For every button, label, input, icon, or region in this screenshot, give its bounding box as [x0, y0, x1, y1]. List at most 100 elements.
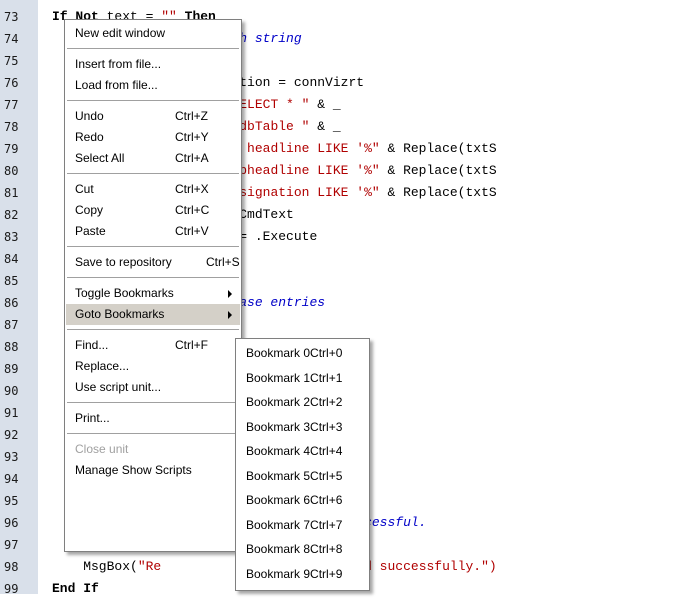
bookmark-item-2[interactable]: Bookmark 2Ctrl+2 [237, 391, 368, 413]
bookmark-item-7[interactable]: Bookmark 7Ctrl+7 [237, 514, 368, 536]
menu-item-shortcut: Ctrl+Z [175, 109, 208, 123]
code-token: & _ [309, 97, 341, 112]
menu-item-undo[interactable]: Undo Ctrl+Z [66, 106, 240, 127]
menu-separator [67, 329, 239, 331]
code-token: MsgBox( [52, 559, 138, 574]
line-number: 77 [4, 98, 19, 112]
menu-separator [67, 246, 239, 248]
menu-item-save-to-repository[interactable]: Save to repository Ctrl+S [66, 252, 240, 273]
line-number: 84 [4, 252, 19, 266]
bookmark-item-label: Bookmark 7Ctrl+7 [246, 517, 343, 532]
menu-item-use-script-unit[interactable]: Use script unit... [66, 377, 240, 398]
menu-item-shortcut: Ctrl+F [175, 338, 208, 352]
menu-item-manage-show-scripts[interactable]: Manage Show Scripts [66, 460, 240, 481]
line-number-gutter: 73 74 75 76 77 78 79 80 81 82 83 84 85 86 87 88 89 90 91 92… [0, 0, 39, 596]
code-token: "Re [137, 559, 162, 574]
menu-item-paste[interactable]: Paste Ctrl+V [66, 221, 240, 242]
menu-item-load-from-file[interactable]: Load from file... [66, 75, 240, 96]
line-number: 96 [4, 516, 19, 530]
menu-item-select-all[interactable]: Select All Ctrl+A [66, 148, 240, 169]
line-number: 80 [4, 164, 19, 178]
menu-item-shortcut: Ctrl+S [206, 255, 240, 269]
menu-item-find[interactable]: Find... Ctrl+F [66, 335, 240, 356]
line-number: 97 [4, 538, 19, 552]
menu-separator [67, 100, 239, 102]
menu-item-label: Copy [75, 203, 104, 217]
editor-margin [38, 0, 50, 594]
line-number: 98 [4, 560, 19, 574]
line-number: 88 [4, 340, 19, 354]
line-number: 91 [4, 406, 19, 420]
bookmark-item-9[interactable]: Bookmark 9Ctrl+9 [237, 563, 368, 585]
menu-item-copy[interactable]: Copy Ctrl+C [66, 200, 240, 221]
menu-item-label: Print... [75, 411, 110, 425]
code-line[interactable]: End If [52, 578, 99, 600]
code-token: & _ [309, 119, 341, 134]
menu-item-label: Save to repository [75, 255, 172, 269]
menu-separator [67, 402, 239, 404]
bookmark-item-6[interactable]: Bookmark 6Ctrl+6 [237, 489, 368, 511]
menu-item-insert-from-file[interactable]: Insert from file... [66, 54, 240, 75]
bookmark-item-5[interactable]: Bookmark 5Ctrl+5 [237, 465, 368, 487]
code-token: & Replace(txtS [379, 163, 497, 178]
bookmark-item-4[interactable]: Bookmark 4Ctrl+4 [237, 440, 368, 462]
line-number: 75 [4, 54, 19, 68]
menu-item-shortcut: Ctrl+Y [175, 130, 209, 144]
line-number: 79 [4, 142, 19, 156]
bookmark-item-0[interactable]: Bookmark 0Ctrl+0 [237, 342, 368, 364]
bookmark-item-8[interactable]: Bookmark 8Ctrl+8 [237, 538, 368, 560]
bookmark-item-label: Bookmark 0Ctrl+0 [246, 346, 343, 360]
menu-separator [67, 173, 239, 175]
line-number: 99 [4, 582, 19, 596]
line-number: 93 [4, 450, 19, 464]
menu-item-label: Load from file... [75, 78, 158, 92]
line-number: 83 [4, 230, 19, 244]
menu-item-label: Goto Bookmarks [75, 307, 165, 321]
menu-item-goto-bookmarks[interactable]: Goto Bookmarks [66, 304, 240, 325]
menu-separator [67, 433, 239, 435]
menu-item-shortcut: Ctrl+A [175, 151, 209, 165]
menu-item-label: Replace... [75, 359, 130, 373]
bookmark-item-3[interactable]: Bookmark 3Ctrl+3 [237, 416, 368, 438]
menu-item-label: Manage Show Scripts [75, 463, 192, 477]
bookmark-item-label: Bookmark 5Ctrl+5 [246, 468, 343, 483]
bookmark-item-label: Bookmark 6Ctrl+6 [246, 493, 343, 507]
menu-separator [67, 277, 239, 279]
goto-bookmarks-submenu: Bookmark 0Ctrl+0 Bookmark 1Ctrl+1 Bookmark… [235, 338, 370, 591]
line-number: 81 [4, 186, 19, 200]
menu-item-shortcut: Ctrl+C [175, 203, 210, 217]
menu-item-new-edit-window[interactable]: New edit window [66, 23, 240, 44]
menu-item-label: Insert from file... [75, 57, 162, 71]
line-number: 82 [4, 208, 19, 222]
menu-item-shortcut: Ctrl+X [175, 182, 209, 196]
bookmark-item-label: Bookmark 3Ctrl+3 [246, 419, 343, 434]
line-number: 86 [4, 296, 19, 310]
submenu-arrow-icon [228, 290, 232, 298]
line-number: 87 [4, 318, 19, 332]
menu-item-label: Redo [75, 130, 104, 144]
menu-item-label: Select All [75, 151, 125, 165]
menu-item-label: Paste [75, 224, 106, 238]
code-token: & Replace(txtS [379, 185, 497, 200]
menu-item-replace[interactable]: Replace... [66, 356, 240, 377]
bookmark-item-label: Bookmark 2Ctrl+2 [246, 395, 343, 409]
line-number: 95 [4, 494, 19, 508]
bookmark-item-1[interactable]: Bookmark 1Ctrl+1 [237, 367, 368, 389]
line-number: 85 [4, 274, 19, 288]
menu-item-close-unit: Close unit [66, 439, 240, 460]
line-number: 73 [4, 10, 19, 24]
menu-item-label: Undo [75, 109, 104, 123]
menu-item-label: Toggle Bookmarks [75, 286, 174, 300]
bookmark-item-label: Bookmark 9Ctrl+9 [246, 566, 343, 581]
menu-item-redo[interactable]: Redo Ctrl+Y [66, 127, 240, 148]
menu-item-label: Cut [75, 182, 94, 196]
menu-item-label: New edit window [75, 26, 166, 40]
line-number: 78 [4, 120, 19, 134]
menu-item-shortcut: Ctrl+V [175, 224, 209, 238]
menu-item-print[interactable]: Print... [66, 408, 240, 429]
menu-item-cut[interactable]: Cut Ctrl+X [66, 179, 240, 200]
menu-item-label: Close unit [75, 442, 129, 456]
bookmark-item-label: Bookmark 8Ctrl+8 [246, 542, 343, 556]
menu-item-toggle-bookmarks[interactable]: Toggle Bookmarks [66, 283, 240, 304]
menu-item-label: Find... [75, 338, 109, 352]
